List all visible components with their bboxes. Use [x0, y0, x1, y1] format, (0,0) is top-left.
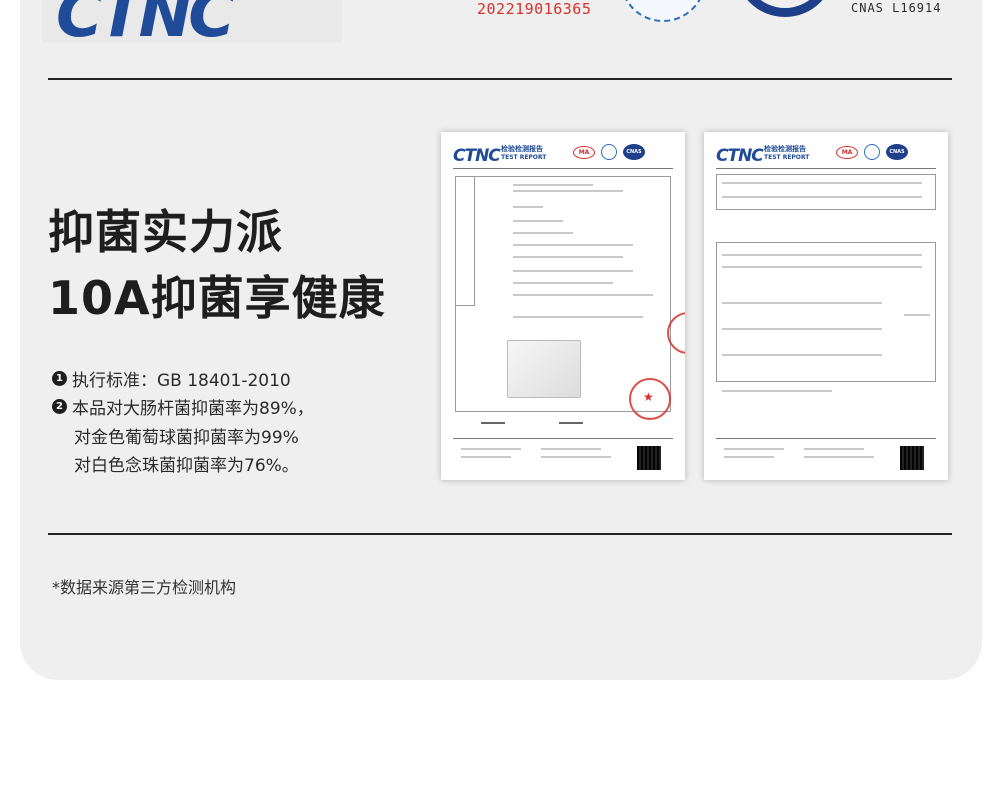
headline-line1: 抑菌实力派 — [48, 205, 283, 259]
report-footer-row — [804, 448, 864, 450]
report-row — [513, 220, 563, 222]
report-results-table — [716, 242, 936, 382]
bullet-rates: 2 本品对大肠杆菌抑菌率为89%， — [52, 394, 314, 419]
ma-badge: MA — [573, 146, 595, 159]
report-footer-row — [461, 456, 511, 458]
report-row — [722, 302, 882, 304]
number-badge-icon: 1 — [52, 371, 67, 386]
report-row — [513, 282, 613, 284]
report-footer-row — [541, 448, 601, 450]
ilac-icon — [601, 144, 617, 160]
report-row — [513, 244, 633, 246]
report-row — [513, 232, 573, 234]
report-title: 检验检测报告 — [501, 145, 543, 153]
bullet-continuation: 对白色念珠菌抑菌率为76%。 — [74, 456, 299, 476]
report-logo: CTNC — [716, 146, 764, 166]
ctnc-logo: CTNC — [42, 0, 342, 42]
report-rule — [453, 168, 673, 169]
ma-badge: MA — [836, 146, 858, 159]
report-footer-row — [541, 456, 611, 458]
cnas-label: CNAS L16914 — [851, 1, 942, 15]
ilac-icon — [864, 144, 880, 160]
report-row — [513, 270, 633, 272]
report-row — [722, 328, 882, 330]
report-subtitle: TEST REPORT — [764, 154, 810, 161]
source-footnote: *数据来源第三方检测机构 — [52, 578, 237, 597]
report-row — [513, 206, 543, 208]
report-rule — [716, 438, 936, 439]
qr-code-icon — [900, 446, 924, 470]
report-row — [722, 254, 922, 256]
divider-top — [48, 78, 952, 80]
ctnc-logo-text: CTNC — [56, 0, 235, 42]
report-footer-row — [724, 448, 784, 450]
report-row — [722, 266, 922, 268]
headline-line2: 10A抑菌享健康 — [48, 271, 386, 325]
test-report-page-2: CTNC 检验检测报告 TEST REPORT MA CNAS — [704, 132, 948, 480]
report-rule — [453, 438, 673, 439]
number-badge-icon: 2 — [52, 399, 67, 414]
fabric-sample-photo — [507, 340, 581, 398]
report-row — [722, 354, 882, 356]
cnas-badge: CNAS — [623, 144, 645, 160]
signature-mark — [559, 422, 583, 424]
report-title: 检验检测报告 — [764, 145, 806, 153]
report-note-row — [722, 390, 832, 392]
report-row — [513, 184, 593, 186]
report-footer-row — [724, 456, 774, 458]
report-footer-row — [461, 448, 521, 450]
report-row — [722, 196, 922, 198]
report-footer-row — [804, 456, 874, 458]
report-logo: CTNC — [453, 146, 501, 166]
report-side-column — [455, 176, 475, 306]
qr-code-icon — [637, 446, 661, 470]
report-row — [513, 256, 623, 258]
bullet-text: 执行标准：GB 18401-2010 — [72, 371, 291, 391]
test-report-page-1: CTNC 检验检测报告 TEST REPORT MA CNAS ★ — [441, 132, 685, 480]
seal-star-icon: ★ — [643, 390, 654, 404]
bullet-continuation: 对金色葡萄球菌抑菌率为99% — [74, 428, 299, 448]
report-row — [513, 316, 643, 318]
report-row — [513, 294, 653, 296]
registration-number: 202219016365 — [477, 0, 592, 18]
bullet-standard: 1 执行标准：GB 18401-2010 — [52, 366, 291, 391]
report-subtitle: TEST REPORT — [501, 154, 547, 161]
bullet-text: 本品对大肠杆菌抑菌率为89%， — [72, 399, 314, 419]
divider-bottom — [48, 533, 952, 535]
report-summary-table — [716, 174, 936, 210]
report-row — [722, 182, 922, 184]
signature-mark — [481, 422, 505, 424]
cnas-badge: CNAS — [886, 144, 908, 160]
report-row — [904, 314, 930, 316]
report-rule — [716, 168, 936, 169]
report-row — [513, 190, 623, 192]
